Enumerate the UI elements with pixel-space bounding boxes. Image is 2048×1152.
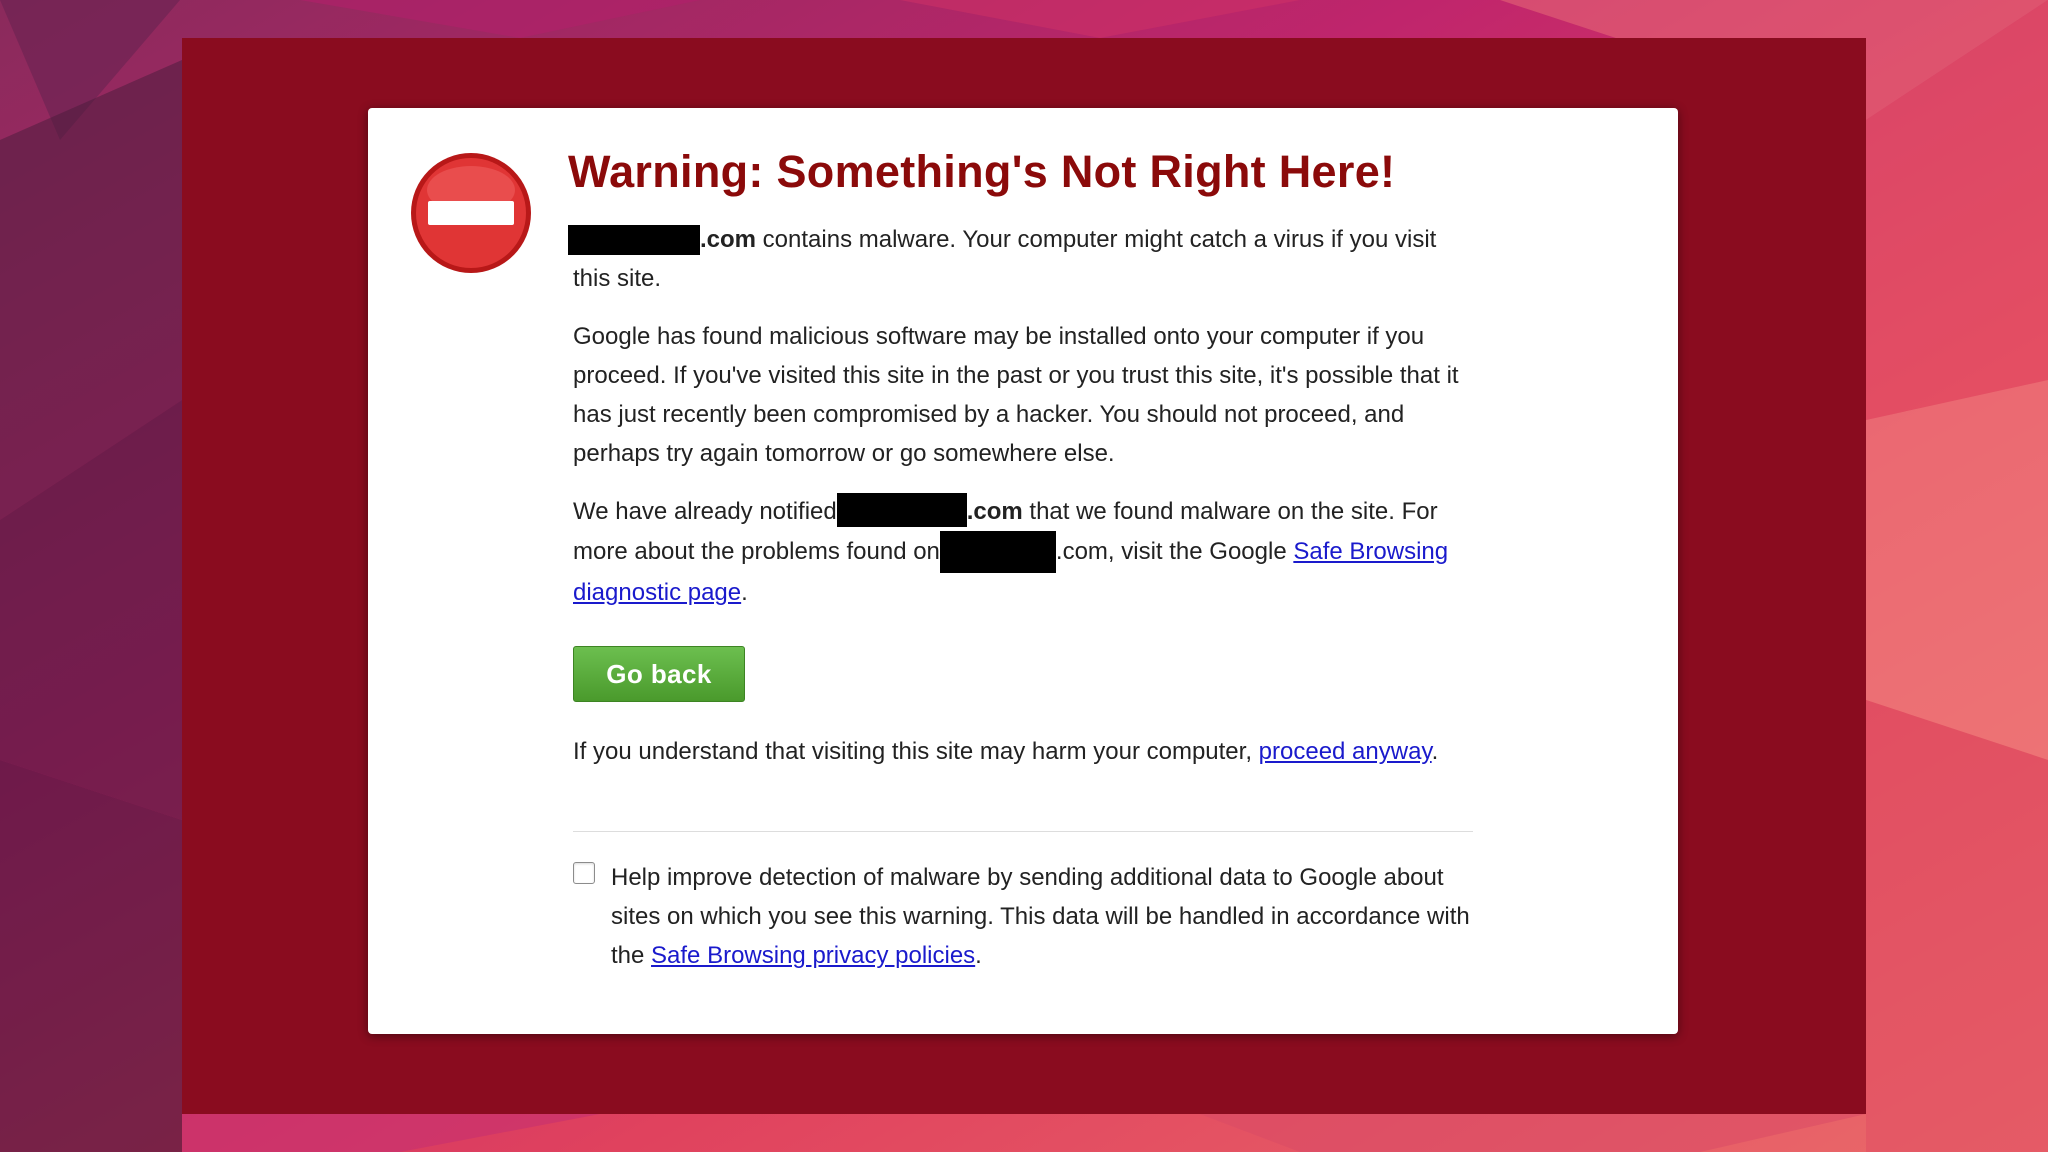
proceed-anyway-link[interactable]: proceed anyway (1259, 738, 1432, 765)
explanation-paragraph: Google has found malicious software may … (573, 323, 1459, 467)
redacted-domain (939, 531, 1056, 573)
domain-suffix: .com (700, 226, 757, 253)
domain-suffix-text: .com, visit the Google (1055, 538, 1294, 565)
warning-card: Warning: Something's Not Right Here! .co… (368, 108, 1678, 1034)
report-option: Help improve detection of malware by sen… (573, 858, 1473, 975)
page-title: Warning: Something's Not Right Here! (568, 146, 1396, 197)
period: . (975, 942, 982, 969)
malware-notice: .com contains malware. Your computer mig… (568, 220, 1473, 298)
proceed-paragraph: If you understand that visiting this sit… (573, 732, 1473, 771)
redacted-domain (568, 225, 700, 255)
divider (573, 831, 1473, 832)
notification-paragraph: We have already notified .com that we fou… (573, 492, 1473, 612)
stop-icon (411, 153, 531, 273)
period: . (1431, 738, 1439, 765)
domain-suffix: .com (966, 498, 1023, 525)
warning-content: Warning: Something's Not Right Here! .co… (568, 144, 1473, 975)
redacted-domain (836, 493, 967, 527)
report-checkbox[interactable] (573, 862, 595, 884)
go-back-button[interactable]: Go back (573, 646, 745, 702)
period: . (741, 579, 748, 606)
proceed-text: If you understand that visiting this sit… (573, 738, 1259, 765)
privacy-policies-link[interactable]: Safe Browsing privacy policies (651, 942, 975, 969)
notified-text: We have already notified (573, 498, 837, 525)
